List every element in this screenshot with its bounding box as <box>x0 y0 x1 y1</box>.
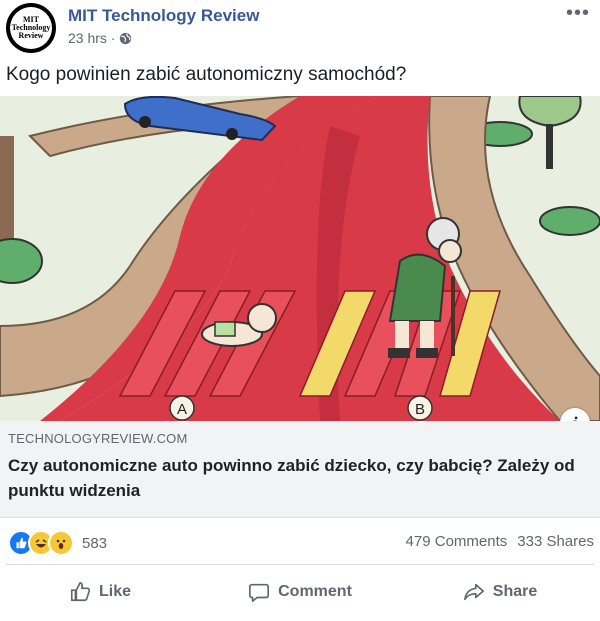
post-header: MIT Technology Review MIT Technology Rev… <box>0 0 600 60</box>
label-b: B <box>415 401 425 418</box>
share-button[interactable]: Share <box>400 572 600 612</box>
avatar[interactable]: MIT Technology Review <box>6 3 56 53</box>
wow-reaction-icon <box>48 530 74 556</box>
comment-bubble-icon <box>249 583 270 602</box>
engagement-counts: 479 Comments 333 Shares <box>406 533 594 550</box>
thumbs-up-icon <box>70 582 91 602</box>
avatar-text-3: Review <box>18 31 44 40</box>
avatar-logo: MIT Technology Review <box>10 7 52 49</box>
divider <box>6 564 594 565</box>
link-domain: TECHNOLOGYREVIEW.COM <box>8 431 188 446</box>
reaction-count: 583 <box>82 534 108 552</box>
share-label: Share <box>492 583 538 600</box>
shares-count[interactable]: 333 Shares <box>517 533 594 550</box>
post-meta: 23 hrs · <box>68 30 132 46</box>
share-arrow-icon <box>463 583 484 601</box>
comment-label: Comment <box>278 583 352 600</box>
comment-button[interactable]: Comment <box>200 572 400 612</box>
article-illustration[interactable]: A B <box>0 96 600 421</box>
like-button[interactable]: Like <box>0 572 200 612</box>
reactions-summary[interactable]: 583 <box>8 530 107 556</box>
action-bar: Like Comment Share <box>0 572 600 612</box>
link-preview[interactable]: TECHNOLOGYREVIEW.COM Czy autonomiczne au… <box>0 421 600 518</box>
link-title[interactable]: Czy autonomiczne auto powinno zabić dzie… <box>8 453 578 503</box>
page-name-link[interactable]: MIT Technology Review <box>68 6 259 26</box>
post-time[interactable]: 23 hrs · <box>68 30 115 46</box>
more-options-icon[interactable]: ••• <box>566 2 590 25</box>
post-text: Kogo powinien zabić autonomiczny samochó… <box>6 64 407 85</box>
tree-trunk <box>0 136 14 246</box>
globe-icon <box>120 32 132 44</box>
like-label: Like <box>98 583 131 600</box>
comments-count[interactable]: 479 Comments <box>406 533 508 550</box>
label-a: A <box>177 401 187 418</box>
